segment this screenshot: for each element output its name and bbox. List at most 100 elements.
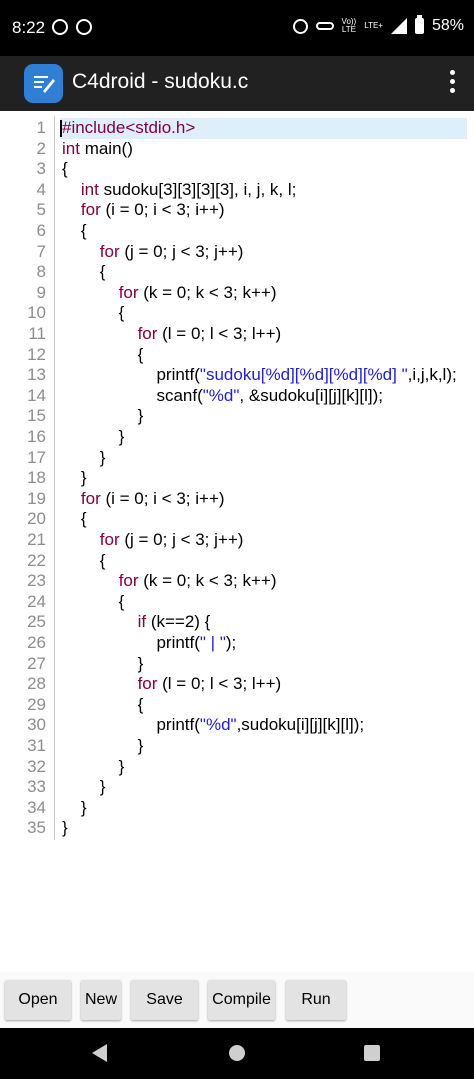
line-number: 2 xyxy=(36,138,46,158)
app-bar: C4droid - sudoku.c xyxy=(0,56,474,111)
code-token: ); xyxy=(225,633,237,652)
run-button[interactable]: Run xyxy=(286,980,346,1020)
line-number: 35 xyxy=(27,818,46,838)
code-line[interactable]: 19 for (i = 0; i < 3; i++) xyxy=(0,489,474,510)
notification-icon xyxy=(76,19,92,35)
line-number: 4 xyxy=(36,179,46,199)
line-number: 22 xyxy=(27,550,46,570)
code-line[interactable]: 8 { xyxy=(0,262,474,283)
code-line[interactable]: 9 for (k = 0; k < 3; k++) xyxy=(0,283,474,304)
code-line[interactable]: 1 #include<stdio.h> xyxy=(0,118,474,139)
code-token: (i = 0; i < 3; i++) xyxy=(105,200,225,220)
code-token: } xyxy=(62,756,125,776)
notification-icon xyxy=(52,19,68,35)
code-line[interactable]: 12 { xyxy=(0,345,474,366)
keyword-token: for xyxy=(99,241,125,261)
save-button[interactable]: Save xyxy=(131,980,198,1020)
code-line[interactable]: 2 int main() xyxy=(0,139,474,160)
code-line[interactable]: 20 { xyxy=(0,509,474,530)
overflow-menu-icon[interactable] xyxy=(448,70,456,96)
line-number: 34 xyxy=(27,797,46,817)
code-line[interactable]: 31 } xyxy=(0,736,474,757)
code-token: { xyxy=(62,262,106,282)
battery-icon xyxy=(414,15,424,34)
code-line[interactable]: 35} xyxy=(0,818,474,839)
code-line[interactable]: 18 } xyxy=(0,468,474,489)
code-token: (k = 0; k < 3; k++) xyxy=(143,571,277,591)
code-line[interactable]: 24 { xyxy=(0,592,474,613)
line-number: 33 xyxy=(27,777,46,797)
code-editor[interactable]: 1 #include<stdio.h> 2 int main() 3{4 int sud… xyxy=(0,116,474,840)
code-text: { xyxy=(62,221,87,242)
code-token: sudoku[3][3][3][3], i, j, k, l; xyxy=(103,179,297,199)
code-text: { xyxy=(62,159,68,180)
code-line[interactable]: 4 int sudoku[3][3][3][3], i, j, k, l; xyxy=(0,180,474,201)
c4droid-app-icon xyxy=(24,64,63,103)
keyword-token: for xyxy=(118,282,144,302)
code-line[interactable]: 10 { xyxy=(0,303,474,324)
code-line[interactable]: 27 } xyxy=(0,654,474,675)
keyword-token: if xyxy=(137,612,151,632)
code-text: printf(" | "); xyxy=(62,633,236,654)
code-line[interactable]: 32 } xyxy=(0,757,474,778)
code-line[interactable]: 33 } xyxy=(0,777,474,798)
string-token: "sudoku[%d][%d][%d][%d] " xyxy=(199,365,408,385)
code-line[interactable]: 16 } xyxy=(0,427,474,448)
code-text: for (l = 0; l < 3; l++) xyxy=(62,674,282,695)
code-text: { xyxy=(62,303,125,324)
code-text: for (k = 0; k < 3; k++) xyxy=(62,571,277,592)
code-line[interactable]: 7 for (j = 0; j < 3; j++) xyxy=(0,242,474,263)
home-icon[interactable] xyxy=(229,1045,245,1061)
code-line[interactable]: 14 scanf("%d", &sudoku[i][j][k][l]); xyxy=(0,386,474,407)
recents-icon[interactable] xyxy=(364,1045,380,1061)
back-icon[interactable] xyxy=(92,1044,107,1062)
code-token: (l = 0; l < 3; l++) xyxy=(162,324,282,343)
new-button[interactable]: New xyxy=(81,980,121,1020)
code-line[interactable]: 34 } xyxy=(0,798,474,819)
code-text: { xyxy=(62,344,144,366)
line-number: 28 xyxy=(27,674,46,694)
code-text: printf("%d",sudoku[i][j][k][l]); xyxy=(62,715,364,736)
code-text: } xyxy=(62,736,144,757)
line-number: 7 xyxy=(36,241,46,261)
code-line[interactable]: 29 { xyxy=(0,695,474,716)
line-number: 13 xyxy=(27,365,46,385)
code-line[interactable]: 17 } xyxy=(0,448,474,469)
line-number: 12 xyxy=(27,344,46,364)
code-line[interactable]: 6 { xyxy=(0,221,474,242)
keyword-token: int xyxy=(80,179,104,199)
code-line[interactable]: 23 for (k = 0; k < 3; k++) xyxy=(0,571,474,592)
code-line[interactable]: 3{ xyxy=(0,159,474,180)
keyword-token: for xyxy=(80,488,106,508)
vpn-key-icon xyxy=(315,22,334,30)
code-line[interactable]: 30 printf("%d",sudoku[i][j][k][l]); xyxy=(0,715,474,736)
code-line[interactable]: 25 if (k==2) { xyxy=(0,612,474,633)
code-line[interactable]: 15 } xyxy=(0,406,474,427)
code-line[interactable]: 5 for (i = 0; i < 3; i++) xyxy=(0,200,474,221)
code-line[interactable]: 21 for (j = 0; j < 3; j++) xyxy=(0,530,474,551)
line-number: 17 xyxy=(27,447,46,467)
line-number: 19 xyxy=(27,488,46,508)
open-button[interactable]: Open xyxy=(5,980,71,1020)
code-token: } xyxy=(62,777,106,797)
code-line[interactable]: 26 printf(" | "); xyxy=(0,633,474,654)
keyword-token: for xyxy=(137,324,163,343)
code-token: { xyxy=(62,344,144,364)
code-line[interactable]: 28 for (l = 0; l < 3; l++) xyxy=(0,674,474,695)
code-line[interactable]: 11 for (l = 0; l < 3; l++) xyxy=(0,324,474,345)
code-line[interactable]: 13 printf("sudoku[%d][%d][%d][%d] ",i,j,… xyxy=(0,365,474,386)
code-text: for (i = 0; i < 3; i++) xyxy=(62,489,225,510)
code-line[interactable]: 22 { xyxy=(0,551,474,572)
code-text: } xyxy=(62,468,87,489)
compile-button[interactable]: Compile xyxy=(208,980,275,1020)
volte-label: Vo)) LTE xyxy=(341,17,357,34)
bottom-toolbar: Open New Save Compile Run xyxy=(0,972,474,1028)
code-token: { xyxy=(62,591,125,611)
code-text: } xyxy=(62,777,106,798)
signal-icon xyxy=(390,18,407,34)
code-token: ,sudoku[i][j][k][l]); xyxy=(236,715,365,735)
